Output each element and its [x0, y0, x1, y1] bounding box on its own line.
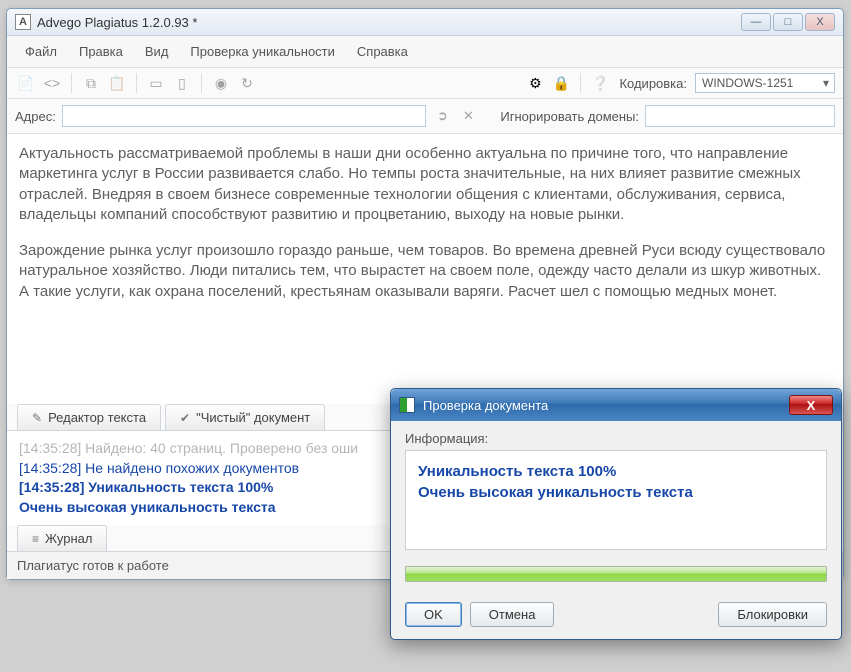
blocklist-button[interactable]: Блокировки: [718, 602, 827, 627]
lock-icon[interactable]: 🔒: [550, 72, 572, 94]
check-document-dialog: Проверка документа X Информация: Уникаль…: [390, 388, 842, 640]
ignore-domains-label: Игнорировать домены:: [500, 109, 639, 124]
info-box: Уникальность текста 100% Очень высокая у…: [405, 450, 827, 550]
app-icon: A: [15, 14, 31, 30]
address-input[interactable]: [62, 105, 427, 127]
dialog-title-bar[interactable]: Проверка документа X: [391, 389, 841, 421]
cancel-button[interactable]: Отмена: [470, 602, 555, 627]
dialog-close-button[interactable]: X: [789, 395, 833, 415]
tab-text-editor[interactable]: ✎ Редактор текста: [17, 404, 161, 430]
tab-clean-document[interactable]: ✔ "Чистый" документ: [165, 404, 325, 430]
paste-icon[interactable]: 📋: [106, 72, 128, 94]
globe-icon[interactable]: ◉: [210, 72, 232, 94]
html-icon[interactable]: <>: [41, 72, 63, 94]
info-label: Информация:: [405, 431, 827, 446]
stop-icon[interactable]: ✕: [458, 106, 478, 126]
paragraph: Актуальность рассматриваемой проблемы в …: [19, 144, 831, 225]
copy-icon[interactable]: ⧉: [80, 72, 102, 94]
separator: [71, 73, 72, 93]
minimize-button[interactable]: —: [741, 13, 771, 31]
spacer: [562, 602, 710, 627]
address-label: Адрес:: [15, 109, 56, 124]
refresh-icon[interactable]: ↻: [236, 72, 258, 94]
ok-button[interactable]: OK: [405, 602, 462, 627]
info-line: Уникальность текста 100%: [418, 461, 814, 482]
dialog-body: Информация: Уникальность текста 100% Оче…: [391, 421, 841, 594]
dialog-icon: [399, 397, 415, 413]
title-bar[interactable]: A Advego Plagiatus 1.2.0.93 * — □ X: [7, 9, 843, 36]
tab-label: Редактор текста: [48, 410, 146, 425]
doc-icon[interactable]: ▭: [145, 72, 167, 94]
tab-label: "Чистый" документ: [196, 410, 310, 425]
tab-journal[interactable]: ≡ Журнал: [17, 525, 107, 551]
toolbar-main: 📄 <> ⧉ 📋 ▭ ▯ ◉ ↻ ⚙ 🔒 ❔ Кодировка: WINDOW…: [7, 68, 843, 99]
docs-icon[interactable]: ▯: [171, 72, 193, 94]
progress-bar: [405, 566, 827, 582]
paragraph: Зарождение рынка услуг произошло гораздо…: [19, 241, 831, 302]
window-controls: — □ X: [741, 13, 835, 31]
encoding-label: Кодировка:: [619, 76, 687, 91]
go-icon[interactable]: ➲: [432, 106, 452, 126]
close-button[interactable]: X: [805, 13, 835, 31]
new-doc-icon[interactable]: 📄: [15, 72, 37, 94]
toolbar-address: Адрес: ➲ ✕ Игнорировать домены:: [7, 99, 843, 134]
menu-bar: Файл Правка Вид Проверка уникальности Сп…: [7, 36, 843, 68]
help-icon[interactable]: ❔: [589, 72, 611, 94]
dialog-buttons: OK Отмена Блокировки: [391, 594, 841, 639]
list-icon: ≡: [32, 532, 39, 546]
separator: [201, 73, 202, 93]
pencil-icon: ✎: [32, 411, 42, 425]
menu-file[interactable]: Файл: [15, 40, 67, 63]
separator: [580, 73, 581, 93]
gear-icon[interactable]: ⚙: [524, 72, 546, 94]
window-title: Advego Plagiatus 1.2.0.93 *: [37, 15, 741, 30]
document-text-area[interactable]: Актуальность рассматриваемой проблемы в …: [7, 134, 843, 404]
maximize-button[interactable]: □: [773, 13, 803, 31]
info-line: Очень высокая уникальность текста: [418, 482, 814, 503]
check-icon: ✔: [180, 411, 190, 425]
dialog-title: Проверка документа: [423, 398, 789, 413]
menu-edit[interactable]: Правка: [69, 40, 133, 63]
ignore-domains-input[interactable]: [645, 105, 835, 127]
menu-view[interactable]: Вид: [135, 40, 179, 63]
encoding-select[interactable]: WINDOWS-1251: [695, 73, 835, 93]
menu-check-uniqueness[interactable]: Проверка уникальности: [180, 40, 344, 63]
menu-help[interactable]: Справка: [347, 40, 418, 63]
separator: [136, 73, 137, 93]
tab-label: Журнал: [45, 531, 92, 546]
